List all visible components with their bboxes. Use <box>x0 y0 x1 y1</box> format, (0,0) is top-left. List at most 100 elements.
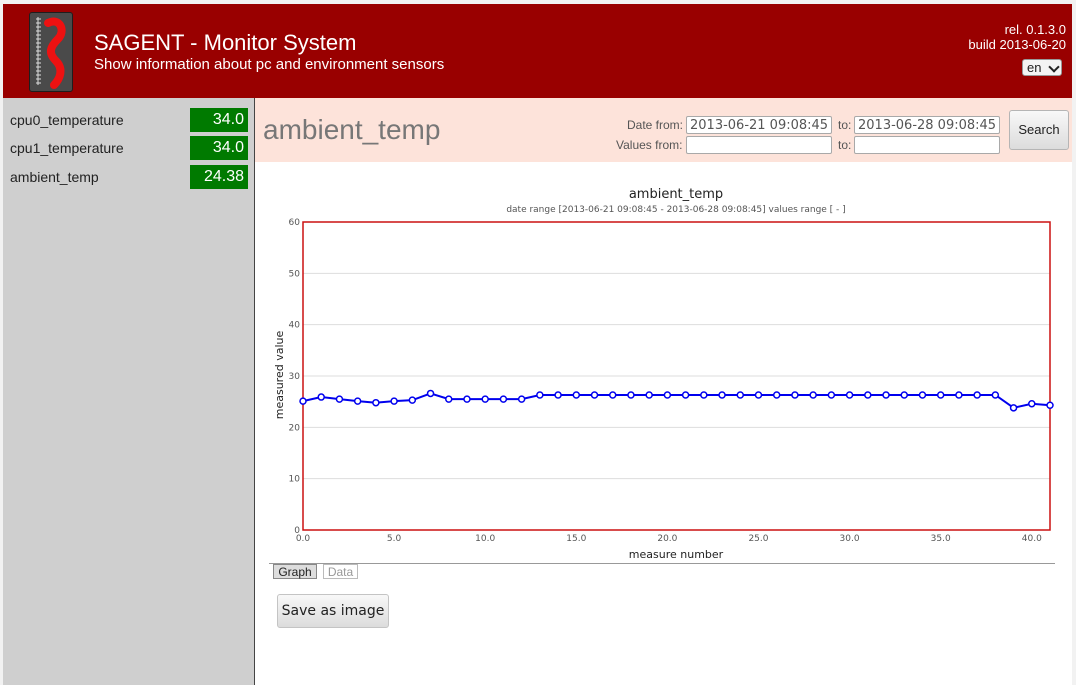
data-point <box>1009 404 1018 412</box>
data-point <box>335 395 344 403</box>
data-point <box>791 391 799 399</box>
sensor-name: ambient_temp <box>10 169 99 185</box>
data-point <box>882 391 890 399</box>
x-tick-label: 5.0 <box>387 534 402 544</box>
chart-area: ambient_temp date range [2013-06-21 09:0… <box>255 162 1072 562</box>
data-point <box>645 391 653 399</box>
x-tick-label: 25.0 <box>748 534 768 544</box>
data-point <box>1046 401 1054 410</box>
x-tick-label: 20.0 <box>657 534 677 544</box>
sensor-title: ambient_temp <box>263 114 441 145</box>
data-point <box>700 391 708 399</box>
y-tick-label: 20 <box>289 423 301 433</box>
sensor-value-badge: 24.38 <box>190 165 248 189</box>
data-point <box>827 391 836 399</box>
data-point <box>590 391 599 399</box>
data-point <box>390 397 398 405</box>
data-point <box>445 395 453 403</box>
y-axis-ticks: 0102030405060 <box>289 218 301 536</box>
x-tick-label: 0.0 <box>296 534 311 544</box>
sagent-logo-icon <box>36 17 66 89</box>
x-axis-label: measure number <box>629 548 724 561</box>
save-as-image-button[interactable]: Save as image <box>277 594 389 628</box>
values-from-input[interactable] <box>686 136 832 154</box>
sensor-value-badge: 34.0 <box>190 108 248 132</box>
y-axis-label: measured value <box>273 331 286 420</box>
date-from-input[interactable] <box>686 116 832 134</box>
data-point <box>608 391 617 399</box>
data-point <box>663 391 672 399</box>
x-tick-label: 40.0 <box>1022 534 1042 544</box>
data-point <box>408 396 417 404</box>
data-point <box>299 397 307 405</box>
data-point <box>864 391 872 399</box>
data-point <box>718 391 726 399</box>
sidebar-item-cpu1-temperature[interactable]: cpu1_temperature 34.0 <box>3 134 254 160</box>
values-to-label: to: <box>838 138 852 152</box>
date-from-label: Date from: <box>627 118 684 132</box>
data-point <box>481 395 489 403</box>
x-tick-label: 15.0 <box>566 534 586 544</box>
data-point <box>572 391 581 399</box>
data-point <box>681 391 690 399</box>
chevron-down-icon <box>1048 61 1060 73</box>
y-tick-label: 30 <box>289 372 301 382</box>
view-tabs: Graph Data <box>269 562 1055 584</box>
data-point <box>845 391 854 399</box>
language-select[interactable]: en <box>1022 59 1062 76</box>
y-tick-label: 50 <box>289 269 301 279</box>
sidebar-item-cpu0-temperature[interactable]: cpu0_temperature 34.0 <box>3 106 254 132</box>
x-tick-label: 35.0 <box>931 534 951 544</box>
data-point <box>918 391 927 399</box>
sidebar-item-ambient-temp[interactable]: ambient_temp 24.38 <box>3 163 254 189</box>
sensor-sidebar: cpu0_temperature 34.0 cpu1_temperature 3… <box>3 98 255 685</box>
data-point <box>754 391 763 399</box>
search-bar: ambient_temp Date from: to: Values from:… <box>255 98 1072 162</box>
data-point <box>955 391 963 399</box>
values-to-input[interactable] <box>854 136 1000 154</box>
sensor-name: cpu1_temperature <box>10 140 124 156</box>
data-point <box>372 398 380 407</box>
data-point <box>517 395 526 403</box>
data-point <box>317 393 325 401</box>
build-date: build 2013-06-20 <box>968 37 1066 52</box>
data-point <box>627 391 635 399</box>
app-header: SAGENT - Monitor System Show information… <box>3 4 1072 98</box>
x-tick-label: 10.0 <box>475 534 495 544</box>
data-point <box>991 391 1000 399</box>
sensor-value-badge: 34.0 <box>190 136 248 160</box>
y-tick-label: 40 <box>289 321 301 331</box>
app-logo <box>29 12 73 92</box>
chart-subtitle: date range [2013-06-21 09:08:45 - 2013-0… <box>506 205 845 215</box>
search-button[interactable]: Search <box>1009 110 1069 150</box>
chart-title: ambient_temp <box>629 187 723 202</box>
release-version: rel. 0.1.3.0 <box>1004 22 1066 37</box>
line-chart: ambient_temp date range [2013-06-21 09:0… <box>273 187 1054 561</box>
data-point <box>973 391 981 399</box>
data-point <box>353 397 362 405</box>
app-subtitle: Show information about pc and environmen… <box>94 56 445 73</box>
data-point <box>426 389 435 398</box>
x-axis-ticks: 0.0 5.0 10.0 15.0 20.0 25.0 30.0 35.0 40.0 <box>296 534 1042 544</box>
app-title: SAGENT - Monitor System <box>94 30 357 55</box>
tab-graph[interactable]: Graph <box>273 564 317 579</box>
data-point <box>900 391 908 399</box>
y-tick-label: 10 <box>289 475 301 485</box>
tab-data[interactable]: Data <box>323 564 358 579</box>
data-point <box>772 391 781 399</box>
app-frame: SAGENT - Monitor System Show information… <box>3 4 1072 685</box>
sensor-name: cpu0_temperature <box>10 112 124 128</box>
data-point <box>463 395 471 403</box>
series-points <box>299 389 1054 412</box>
language-value: en <box>1027 60 1042 75</box>
date-to-input[interactable] <box>854 116 1000 134</box>
chart-grid <box>303 221 1050 531</box>
y-tick-label: 60 <box>289 218 301 228</box>
data-point <box>809 391 817 399</box>
data-point <box>499 395 508 403</box>
tab-divider <box>269 563 1055 564</box>
data-point <box>554 391 562 399</box>
date-to-label: to: <box>838 118 852 132</box>
values-from-label: Values from: <box>616 138 683 152</box>
x-tick-label: 30.0 <box>840 534 860 544</box>
